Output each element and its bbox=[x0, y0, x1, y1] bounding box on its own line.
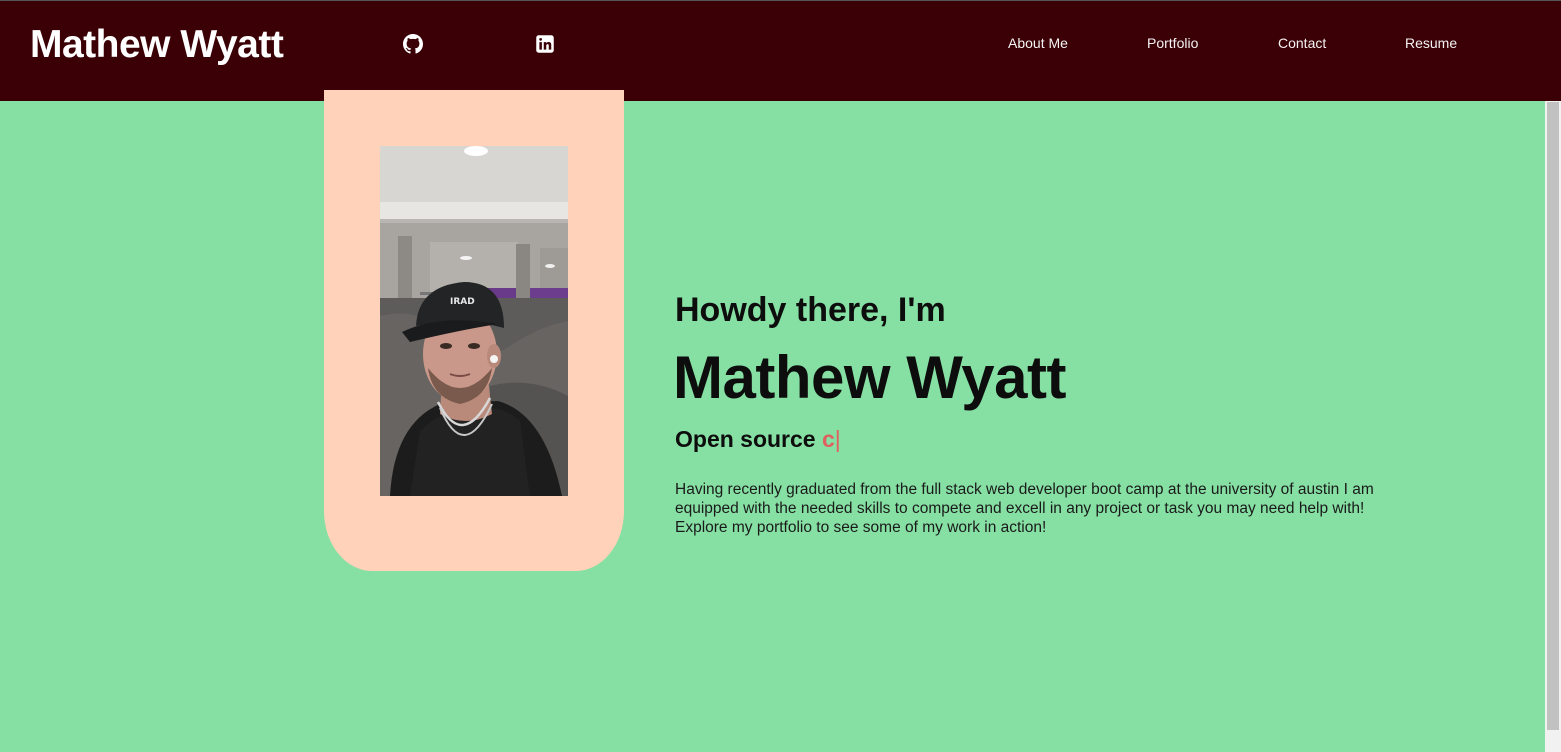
site-brand[interactable]: Mathew Wyatt bbox=[30, 23, 284, 67]
linkedin-link[interactable] bbox=[535, 34, 555, 54]
linkedin-icon bbox=[535, 34, 555, 54]
nav-portfolio[interactable]: Portfolio bbox=[1147, 35, 1198, 51]
nav-resume[interactable]: Resume bbox=[1405, 35, 1457, 51]
nav-contact[interactable]: Contact bbox=[1278, 35, 1326, 51]
hero-bio: Having recently graduated from the full … bbox=[675, 481, 1374, 536]
hero-greeting: Howdy there, I'm bbox=[675, 291, 946, 329]
scrollbar-thumb[interactable] bbox=[1547, 102, 1559, 730]
svg-text:IRAD: IRAD bbox=[450, 297, 475, 307]
github-icon bbox=[403, 34, 423, 54]
profile-photo: IRAD bbox=[380, 146, 568, 496]
top-navbar: Mathew Wyatt About Me Portfolio Contact … bbox=[0, 0, 1561, 101]
nav-about-me[interactable]: About Me bbox=[1008, 35, 1068, 51]
hero-name: Mathew Wyatt bbox=[673, 344, 1066, 411]
hero-tagline: Open source c| bbox=[675, 426, 841, 453]
tagline-prefix: Open source bbox=[675, 426, 816, 452]
typing-cursor: | bbox=[834, 426, 841, 452]
typed-text: c bbox=[822, 426, 835, 452]
github-link[interactable] bbox=[403, 34, 423, 54]
